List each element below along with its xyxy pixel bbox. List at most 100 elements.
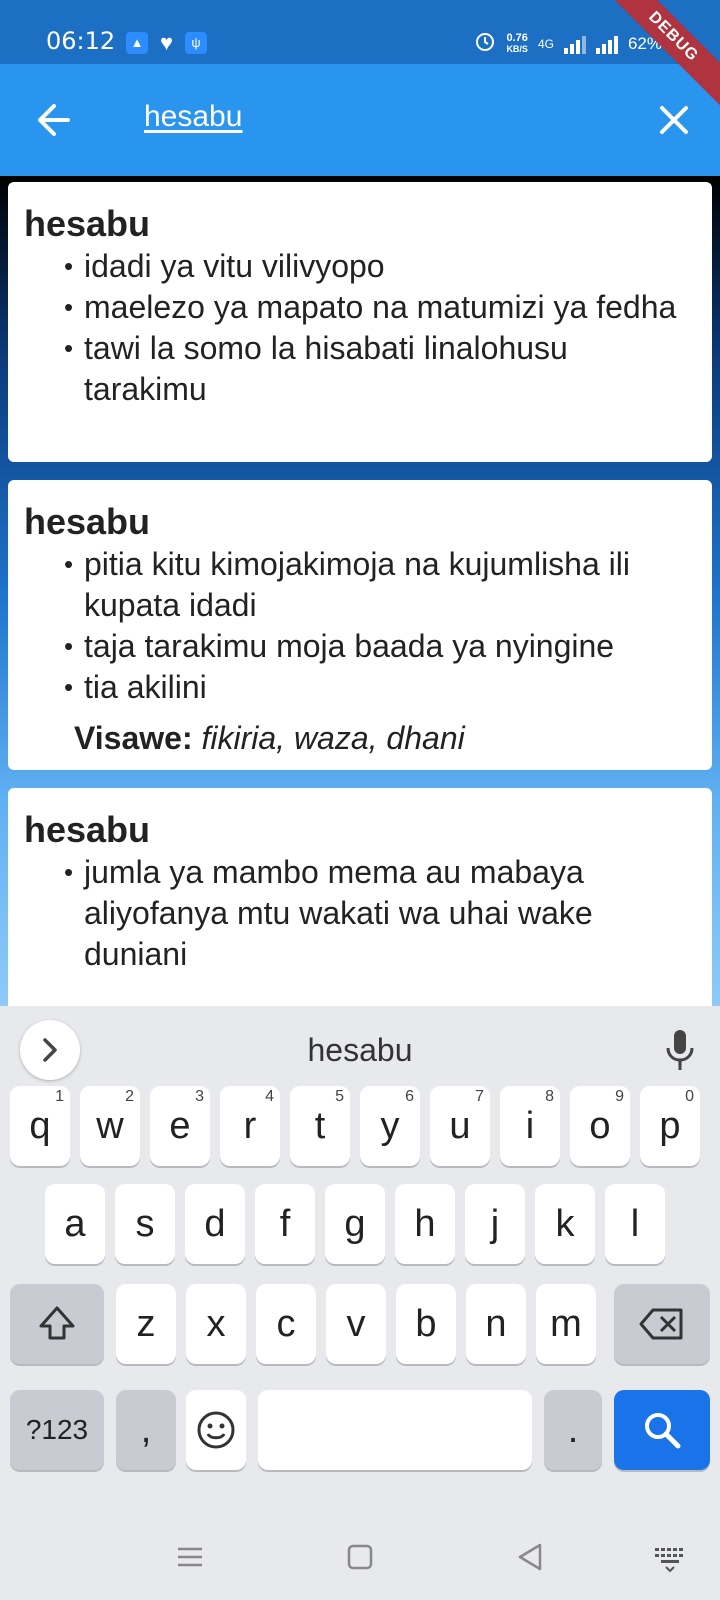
definition-item: taja tarakimu moja baada ya nyingine (64, 626, 696, 667)
key-t[interactable]: t5 (290, 1086, 350, 1166)
key-e[interactable]: e3 (150, 1086, 210, 1166)
recents-button[interactable] (172, 1539, 208, 1575)
key-label: r (243, 1105, 257, 1147)
definition-item: idadi ya vitu vilivyopo (64, 246, 696, 287)
key-label: i (525, 1105, 535, 1147)
android-icon: ▲ (126, 32, 148, 54)
shift-key[interactable] (10, 1284, 104, 1364)
search-key[interactable] (614, 1390, 710, 1470)
key-hint: 8 (545, 1088, 554, 1105)
navigation-bar (0, 1515, 720, 1600)
result-word: hesabu (24, 203, 151, 244)
key-i[interactable]: i8 (500, 1086, 560, 1166)
key-label: q (29, 1105, 51, 1147)
key-r[interactable]: r4 (220, 1086, 280, 1166)
result-card[interactable]: hesabu jumla ya mambo mema au mabaya ali… (8, 788, 712, 1006)
period-key[interactable]: . (544, 1390, 602, 1470)
definition-item: jumla ya mambo mema au mabaya aliyofanya… (64, 852, 696, 975)
key-a[interactable]: a (45, 1184, 105, 1264)
key-z[interactable]: z (116, 1284, 176, 1364)
signal-icon-2 (595, 34, 618, 54)
synonyms-values: fikiria, waza, dhani (201, 720, 465, 756)
key-l[interactable]: l (605, 1184, 665, 1264)
key-label: t (314, 1105, 326, 1147)
key-label: u (449, 1105, 471, 1147)
clear-search-button[interactable] (648, 94, 700, 146)
arrow-left-icon (38, 104, 70, 136)
key-y[interactable]: y6 (360, 1086, 420, 1166)
key-p[interactable]: p0 (640, 1086, 700, 1166)
key-h[interactable]: h (395, 1184, 455, 1264)
usb-icon: ψ (185, 32, 208, 54)
backspace-key[interactable] (614, 1284, 710, 1364)
synonyms-label: Visawe: (74, 720, 193, 756)
comma-key[interactable]: , (116, 1390, 176, 1470)
key-hint: 1 (55, 1088, 64, 1105)
key-n[interactable]: n (466, 1284, 526, 1364)
soft-keyboard: hesabu q1w2e3r4t5y6u7i8o9p0 asdfghjkl zx… (0, 1006, 720, 1515)
home-button[interactable] (342, 1539, 378, 1575)
menu-icon (178, 1547, 202, 1567)
key-f[interactable]: f (255, 1184, 315, 1264)
keyboard-hide-button[interactable] (652, 1539, 688, 1575)
key-hint: 3 (195, 1088, 204, 1105)
result-card[interactable]: hesabu pitia kitu kimojakimoja na kujuml… (8, 480, 712, 770)
key-m[interactable]: m (536, 1284, 596, 1364)
suggestion-bar: hesabu (0, 1006, 720, 1096)
result-word: hesabu (24, 809, 151, 850)
net-speed: 0.76 KB/S (506, 31, 528, 55)
result-card[interactable]: hesabu idadi ya vitu vilivyopo maelezo y… (8, 182, 712, 462)
key-label: e (169, 1105, 191, 1147)
key-c[interactable]: c (256, 1284, 316, 1364)
net-speed-value: 0.76 (506, 31, 528, 44)
notification-icons: ▲ ♥ ψ (126, 32, 208, 54)
key-hint: 9 (615, 1088, 624, 1105)
status-bar: 06:12 ▲ ♥ ψ 0.76 KB/S 4G 62% DEBUG (0, 0, 720, 108)
key-b[interactable]: b (396, 1284, 456, 1364)
definition-list: pitia kitu kimojakimoja na kujumlisha il… (24, 544, 696, 708)
key-x[interactable]: x (186, 1284, 246, 1364)
synonyms: Visawe: fikiria, waza, dhani (24, 716, 696, 760)
space-key[interactable] (258, 1390, 532, 1470)
signal-icon (563, 34, 586, 54)
key-hint: 0 (685, 1088, 694, 1105)
emoji-key[interactable] (186, 1390, 246, 1470)
key-v[interactable]: v (326, 1284, 386, 1364)
key-label: w (96, 1105, 124, 1147)
key-hint: 5 (335, 1088, 344, 1105)
result-word: hesabu (24, 501, 151, 542)
definition-item: tia akilini (64, 667, 696, 708)
symbols-key[interactable]: ?123 (10, 1390, 104, 1470)
search-input[interactable]: hesabu (144, 100, 242, 134)
key-w[interactable]: w2 (80, 1086, 140, 1166)
key-label: y (380, 1105, 400, 1147)
definition-item: tawi la somo la hisabati linalohusu tara… (64, 328, 696, 410)
triangle-back-icon (518, 1543, 542, 1571)
key-label: p (659, 1105, 681, 1147)
definition-list: jumla ya mambo mema au mabaya aliyofanya… (24, 852, 696, 975)
status-time: 06:12 (46, 27, 116, 55)
system-status: 0.76 KB/S 4G 62% (474, 30, 662, 57)
backspace-icon (639, 1308, 683, 1340)
key-hint: 6 (405, 1088, 414, 1105)
results-list[interactable]: hesabu idadi ya vitu vilivyopo maelezo y… (0, 176, 720, 1006)
key-hint: 2 (125, 1088, 134, 1105)
key-g[interactable]: g (325, 1184, 385, 1264)
suggestion-word[interactable]: hesabu (0, 1032, 720, 1069)
key-o[interactable]: o9 (570, 1086, 630, 1166)
network-type: 4G (537, 36, 554, 51)
back-nav-button[interactable] (512, 1539, 548, 1575)
key-d[interactable]: d (185, 1184, 245, 1264)
net-speed-unit: KB/S (506, 43, 528, 54)
key-label: o (589, 1105, 611, 1147)
key-k[interactable]: k (535, 1184, 595, 1264)
search-icon (645, 1413, 681, 1449)
mic-button[interactable] (660, 1028, 700, 1074)
back-button[interactable] (28, 94, 80, 146)
key-hint: 7 (475, 1088, 484, 1105)
key-j[interactable]: j (465, 1184, 525, 1264)
key-q[interactable]: q1 (10, 1086, 70, 1166)
key-s[interactable]: s (115, 1184, 175, 1264)
key-u[interactable]: u7 (430, 1086, 490, 1166)
emoji-icon (197, 1411, 235, 1449)
